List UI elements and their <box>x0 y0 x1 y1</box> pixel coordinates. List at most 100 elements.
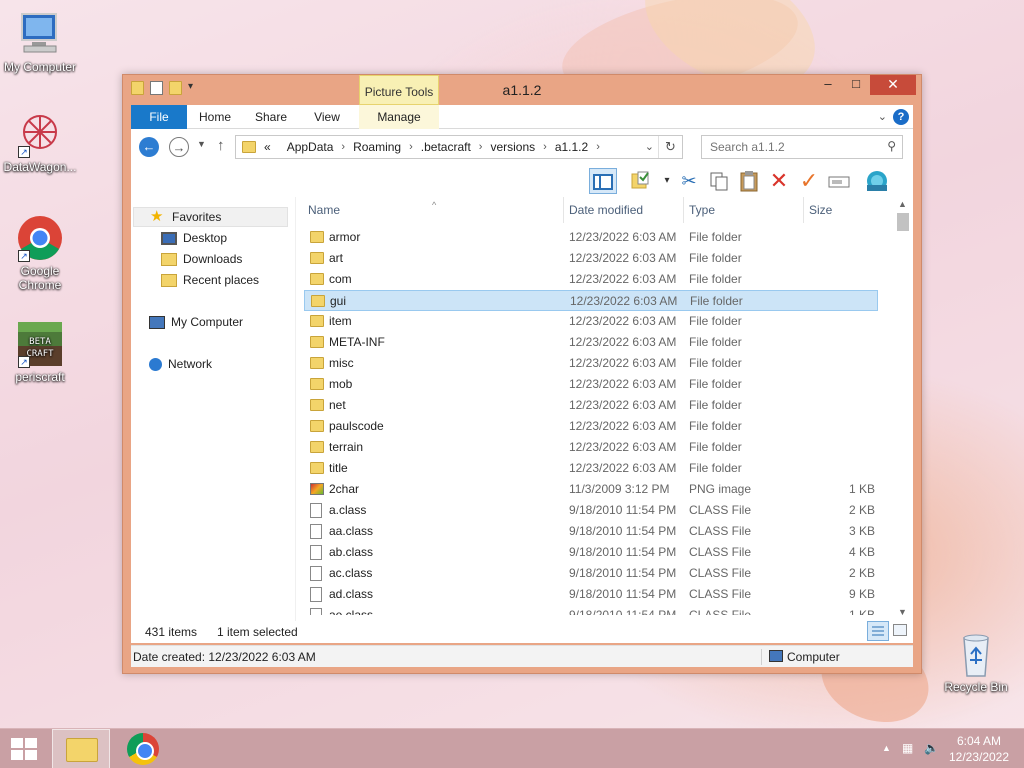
desktop-icon-recycle-bin[interactable]: Recycle Bin <box>936 630 1016 694</box>
refresh-icon[interactable]: ↻ <box>658 136 682 158</box>
file-row[interactable]: title 12/23/2022 6:03 AM File folder <box>304 458 893 479</box>
forward-button[interactable]: → <box>169 137 189 157</box>
system-tray: ▲ ▦ 🔈 6:04 AM 12/23/2022 <box>864 729 1024 768</box>
search-icon[interactable]: ⚲ <box>887 139 896 153</box>
properties-button[interactable] <box>627 168 655 194</box>
paste-button[interactable] <box>735 168 763 194</box>
show-hidden-icons-icon[interactable]: ▲ <box>882 743 891 753</box>
scroll-thumb[interactable] <box>897 213 909 231</box>
file-name: 2char <box>329 482 360 496</box>
nav-item-label: My Computer <box>171 315 244 329</box>
preview-pane-button[interactable] <box>589 168 617 194</box>
help-icon[interactable]: ? <box>893 109 909 125</box>
file-row[interactable]: net 12/23/2022 6:03 AM File folder <box>304 395 893 416</box>
breadcrumb-roaming[interactable]: Roaming <box>353 140 401 154</box>
desktop-icon-my-computer[interactable]: My Computer <box>0 10 80 74</box>
file-type: File folder <box>689 377 742 391</box>
desktop-icon-label: DataWagon... <box>3 160 77 174</box>
explorer-window[interactable]: ▾ Picture Tools a1.1.2 – □ ✕ File Home S… <box>122 74 922 674</box>
copy-button[interactable] <box>705 168 733 194</box>
back-button[interactable]: ← <box>139 137 159 157</box>
nav-item-recent[interactable]: Recent places <box>161 270 259 290</box>
file-row[interactable]: ae.class 9/18/2010 11:54 PM CLASS File 1 KB <box>304 605 893 615</box>
location-label: Computer <box>787 650 840 664</box>
cut-icon[interactable]: ✂ <box>675 168 703 194</box>
file-row[interactable]: art 12/23/2022 6:03 AM File folder <box>304 248 893 269</box>
maximize-button[interactable]: □ <box>842 75 870 95</box>
file-row[interactable]: 2char 11/3/2009 3:12 PM PNG image 1 KB <box>304 479 893 500</box>
file-row[interactable]: ac.class 9/18/2010 11:54 PM CLASS File 2 KB <box>304 563 893 584</box>
search-box[interactable]: ⚲ <box>701 135 903 159</box>
nav-item-network[interactable]: Network <box>149 354 212 374</box>
column-header-type[interactable]: Type <box>683 197 715 223</box>
address-dropdown-icon[interactable]: ⌄ <box>645 140 654 153</box>
file-row[interactable]: misc 12/23/2022 6:03 AM File folder <box>304 353 893 374</box>
up-button[interactable]: ↑ <box>217 137 225 154</box>
scroll-up-icon[interactable]: ▲ <box>898 199 907 209</box>
taskbar-chrome[interactable] <box>114 729 172 768</box>
file-row[interactable]: a.class 9/18/2010 11:54 PM CLASS File 2 KB <box>304 500 893 521</box>
start-button[interactable] <box>10 737 38 761</box>
column-header-date[interactable]: Date modified <box>563 197 643 223</box>
file-row[interactable]: ad.class 9/18/2010 11:54 PM CLASS File 9 KB <box>304 584 893 605</box>
tab-share[interactable]: Share <box>243 105 299 129</box>
breadcrumb-versions[interactable]: versions <box>490 140 535 154</box>
file-name: META-INF <box>329 335 385 349</box>
nav-item-favorites[interactable]: ★ Favorites <box>133 207 288 227</box>
overflow-icon[interactable]: « <box>264 140 271 154</box>
recent-locations-icon[interactable]: ▼ <box>197 139 206 149</box>
volume-icon[interactable]: 🔈 <box>924 741 939 755</box>
file-row[interactable]: paulscode 12/23/2022 6:03 AM File folder <box>304 416 893 437</box>
file-row[interactable]: aa.class 9/18/2010 11:54 PM CLASS File 3 KB <box>304 521 893 542</box>
rename-button[interactable] <box>825 168 853 194</box>
column-header-name[interactable]: Name ^ <box>308 200 436 217</box>
nav-item-downloads[interactable]: Downloads <box>161 249 242 269</box>
file-name: a.class <box>329 503 367 517</box>
breadcrumb-a1-1-2[interactable]: a1.1.2 <box>555 140 588 154</box>
file-row[interactable]: terrain 12/23/2022 6:03 AM File folder <box>304 437 893 458</box>
shell-icon <box>867 171 887 191</box>
title-bar[interactable]: ▾ Picture Tools a1.1.2 – □ ✕ <box>123 75 921 105</box>
folder-icon <box>310 441 324 453</box>
address-bar[interactable]: « AppData › Roaming › .betacraft › versions… <box>235 135 683 159</box>
tab-file[interactable]: File <box>131 105 187 129</box>
file-date: 12/23/2022 6:03 AM <box>569 440 677 454</box>
large-icons-view-icon[interactable] <box>893 624 907 636</box>
file-row[interactable]: com 12/23/2022 6:03 AM File folder <box>304 269 893 290</box>
shell-button[interactable] <box>863 168 891 194</box>
file-row[interactable]: META-INF 12/23/2022 6:03 AM File folder <box>304 332 893 353</box>
file-row[interactable]: gui 12/23/2022 6:03 AM File folder <box>304 290 878 311</box>
file-row[interactable]: item 12/23/2022 6:03 AM File folder <box>304 311 893 332</box>
scroll-down-icon[interactable]: ▼ <box>898 607 907 617</box>
desktop-icon-periscraft[interactable]: BETA CRAFT ↗ periscraft <box>0 320 80 384</box>
file-icon <box>310 503 322 518</box>
file-row[interactable]: ab.class 9/18/2010 11:54 PM CLASS File 4 KB <box>304 542 893 563</box>
check-icon[interactable]: ✓ <box>795 168 823 194</box>
file-row[interactable]: mob 12/23/2022 6:03 AM File folder <box>304 374 893 395</box>
tab-view[interactable]: View <box>299 105 355 129</box>
minimize-button[interactable]: – <box>814 75 842 95</box>
desktop-icon-chrome[interactable]: ↗ Google Chrome <box>0 214 80 292</box>
nav-item-my-computer[interactable]: My Computer <box>149 312 243 332</box>
file-date: 9/18/2010 11:54 PM <box>569 587 677 601</box>
clock[interactable]: 6:04 AM 12/23/2022 <box>944 733 1014 765</box>
column-header-size[interactable]: Size <box>803 197 832 223</box>
close-button[interactable]: ✕ <box>870 75 916 95</box>
nav-item-desktop[interactable]: Desktop <box>161 228 227 248</box>
file-name: art <box>329 251 344 265</box>
breadcrumb-appdata[interactable]: AppData <box>287 140 334 154</box>
file-row[interactable]: armor 12/23/2022 6:03 AM File folder <box>304 227 893 248</box>
expand-ribbon-icon[interactable]: ⌄ <box>878 110 887 123</box>
tab-home[interactable]: Home <box>187 105 243 129</box>
file-type: File folder <box>689 356 742 370</box>
desktop-icon-datawagon[interactable]: ↗ DataWagon... <box>0 110 80 174</box>
details-view-button[interactable] <box>867 621 889 641</box>
search-input[interactable] <box>702 136 872 158</box>
network-icon[interactable]: ▦ <box>902 741 913 755</box>
vertical-scrollbar[interactable]: ▲ ▼ <box>893 197 913 619</box>
breadcrumb-betacraft[interactable]: .betacraft <box>421 140 471 154</box>
delete-icon[interactable]: ✕ <box>765 168 793 194</box>
taskbar-file-explorer[interactable] <box>52 729 110 768</box>
paste-icon <box>740 171 758 192</box>
tab-manage[interactable]: Manage <box>359 105 439 129</box>
